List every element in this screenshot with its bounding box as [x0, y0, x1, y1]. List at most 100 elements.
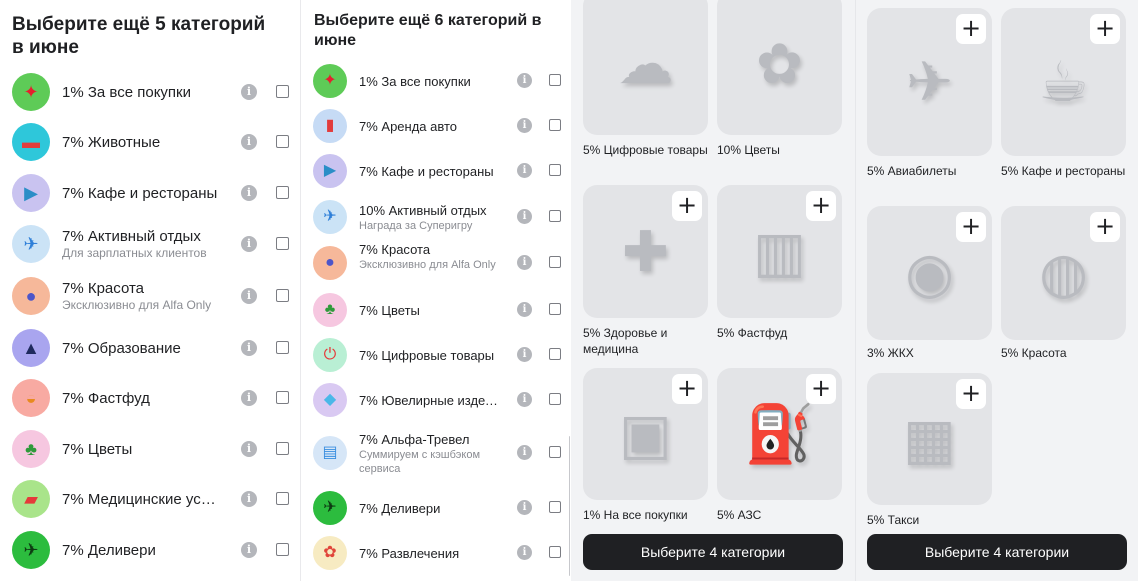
category-tile-label: 5% Здоровье и медицина [583, 326, 668, 356]
diamond-icon: ◆ [313, 383, 347, 417]
palette-icon: ✿ [313, 536, 347, 570]
info-icon[interactable]: i [517, 209, 532, 224]
category-checkbox[interactable] [276, 237, 289, 250]
category-checkbox[interactable] [276, 85, 289, 98]
category-checkbox[interactable] [549, 303, 561, 315]
category-checkbox[interactable] [549, 164, 561, 176]
info-icon[interactable]: i [517, 302, 532, 317]
category-text: 7% Фастфуд [62, 389, 222, 408]
info-icon[interactable]: i [517, 392, 532, 407]
info-icon[interactable]: i [241, 134, 257, 150]
category-label: 7% Красота [62, 280, 144, 297]
category-text: 7% Альфа-Тревел Суммируем с кэшбэком серв… [359, 431, 500, 476]
info-icon[interactable]: i [241, 288, 257, 304]
category-checkbox[interactable] [549, 74, 561, 86]
plane-ticket-icon: ✈ [906, 50, 953, 113]
category-tile-card[interactable]: ▣ + [583, 368, 708, 500]
delivery-icon: ✈ [12, 531, 50, 569]
category-checkbox[interactable] [276, 492, 289, 505]
category-label: 10% Активный отдых [359, 202, 487, 218]
shuttlecock-icon: ✈ [313, 200, 347, 234]
category-checkbox[interactable] [549, 348, 561, 360]
info-icon[interactable]: i [517, 545, 532, 560]
add-category-button[interactable]: + [1090, 212, 1120, 242]
category-checkbox[interactable] [276, 442, 289, 455]
category-tile-label: 5% Фастфуд [717, 326, 788, 340]
category-tile-label: 5% Красота [1001, 346, 1067, 360]
info-icon[interactable]: i [517, 500, 532, 515]
category-checkbox[interactable] [276, 341, 289, 354]
fuel-nozzle-icon: ⛽ [744, 402, 815, 465]
info-icon[interactable]: i [241, 491, 257, 507]
category-label: 7% Цветы [359, 302, 420, 318]
category-text: 7% Кафе и рестораны [62, 184, 222, 203]
category-checkbox[interactable] [276, 391, 289, 404]
info-icon[interactable]: i [241, 542, 257, 558]
info-icon[interactable]: i [517, 347, 532, 362]
play-triangle-icon: ▶ [12, 174, 50, 212]
info-icon[interactable]: i [517, 73, 532, 88]
category-tile-label: 5% Такси [867, 513, 920, 527]
category-checkbox[interactable] [549, 446, 561, 458]
category-text: 7% Активный отдых Для зарплатных клиентов [62, 227, 222, 261]
info-icon[interactable]: i [241, 441, 257, 457]
category-tile-card[interactable]: ⛽ + [717, 368, 842, 500]
category-tile-label: 5% Авиабилеты [867, 164, 957, 178]
category-label: 1% За все покупки [359, 73, 471, 89]
delivery-icon: ✈ [313, 491, 347, 525]
info-icon[interactable]: i [241, 185, 257, 201]
suitcase-icon: ▤ [313, 436, 347, 470]
info-icon[interactable]: i [241, 84, 257, 100]
category-tile-card[interactable]: ☁ [583, 0, 708, 135]
category-checkbox[interactable] [276, 289, 289, 302]
category-checkbox[interactable] [276, 543, 289, 556]
info-icon[interactable]: i [241, 390, 257, 406]
category-text: 7% Цветы [359, 302, 500, 319]
add-category-button[interactable]: + [806, 191, 836, 221]
category-text: 7% Кафе и рестораны [359, 163, 500, 180]
add-category-button[interactable]: + [956, 212, 986, 242]
category-checkbox[interactable] [549, 501, 561, 513]
category-checkbox[interactable] [549, 546, 561, 558]
add-category-button[interactable]: + [956, 379, 986, 409]
category-checkbox[interactable] [549, 393, 561, 405]
category-label: 7% Цветы [62, 440, 133, 458]
category-checkbox[interactable] [549, 119, 561, 131]
add-category-button[interactable]: + [672, 191, 702, 221]
select-categories-button[interactable]: Выберите 4 категории [583, 534, 843, 570]
category-text: 7% Цифровые товары [359, 347, 500, 364]
shopping-bag-icon: ▣ [619, 402, 672, 465]
info-icon[interactable]: i [517, 163, 532, 178]
category-checkbox[interactable] [276, 135, 289, 148]
category-label: 7% Фастфуд [62, 389, 150, 407]
info-icon[interactable]: i [241, 236, 257, 252]
red-star-icon: ✦ [313, 64, 347, 98]
add-category-button[interactable]: + [806, 374, 836, 404]
add-category-button[interactable]: + [1090, 14, 1120, 44]
category-tile-label: 1% На все покупки [583, 508, 688, 522]
category-tile-card[interactable]: ▥ + [717, 185, 842, 318]
info-icon[interactable]: i [517, 118, 532, 133]
category-tile-card[interactable]: ✈ + [867, 8, 992, 156]
category-tile-card[interactable]: ▦ + [867, 373, 992, 505]
info-icon[interactable]: i [241, 340, 257, 356]
category-tile-card[interactable]: ◉ + [867, 206, 992, 340]
category-tile-card[interactable]: ✿ [717, 0, 842, 135]
scrollbar[interactable] [569, 436, 570, 576]
category-tile-card[interactable]: ☕ + [1001, 8, 1126, 156]
category-label: 7% Медицинские услу... [62, 490, 222, 508]
select-categories-button[interactable]: Выберите 4 категории [867, 534, 1127, 570]
category-checkbox[interactable] [549, 256, 561, 268]
category-list-panel-1: Выберите ещё 5 категорий в июне ✦ 1% За в… [0, 0, 300, 581]
category-checkbox[interactable] [276, 186, 289, 199]
add-category-button[interactable]: + [672, 374, 702, 404]
category-text: 10% Активный отдых Награда за Суперигру [359, 202, 500, 233]
sprout-icon: ♣ [12, 430, 50, 468]
car-rental-icon: ▮ [313, 109, 347, 143]
info-icon[interactable]: i [517, 255, 532, 270]
add-category-button[interactable]: + [956, 14, 986, 44]
category-checkbox[interactable] [549, 210, 561, 222]
info-icon[interactable]: i [517, 445, 532, 460]
category-tile-card[interactable]: ◍ + [1001, 206, 1126, 340]
category-tile-card[interactable]: ✚ + [583, 185, 708, 318]
